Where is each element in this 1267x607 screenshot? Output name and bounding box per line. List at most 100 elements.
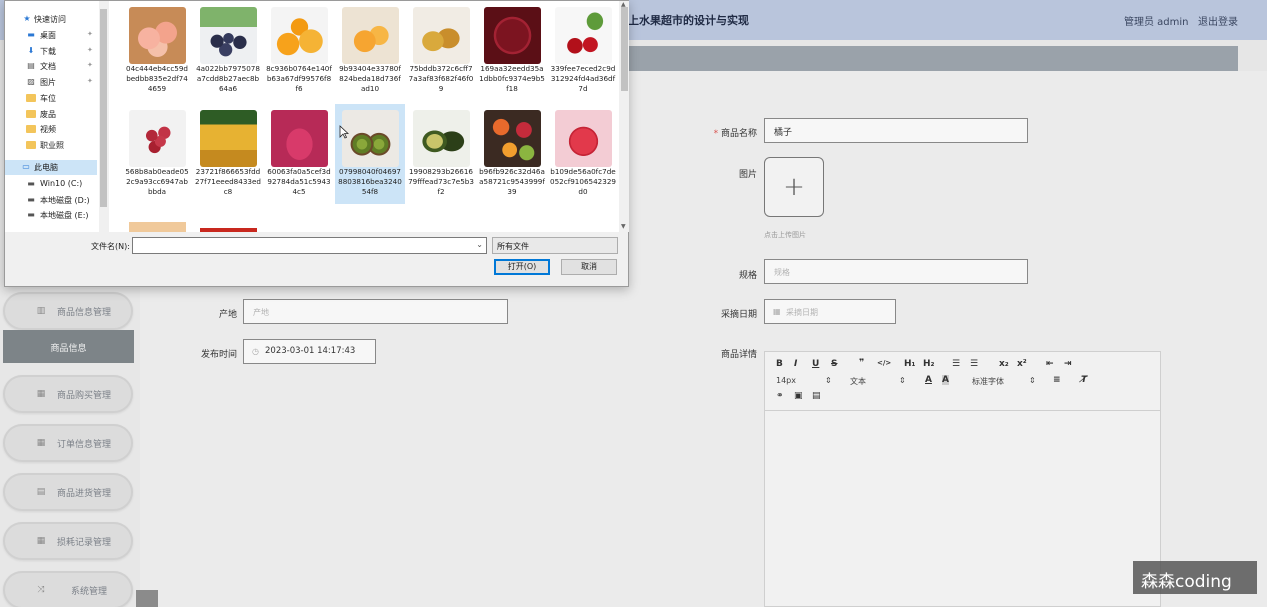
h1-icon[interactable]: H₁ — [904, 359, 915, 369]
image-icon[interactable]: ▣ — [794, 391, 803, 401]
nav-this-pc[interactable]: ▭ 此电脑 — [5, 160, 97, 175]
font-family-select[interactable]: 标准字体 — [972, 376, 1004, 387]
avocado-thumbnail — [413, 110, 470, 167]
italic-icon[interactable]: I — [794, 359, 797, 369]
logout-link[interactable]: 退出登录 — [1198, 13, 1238, 28]
nav-drive-c[interactable]: ▬ Win10 (C:) — [5, 177, 97, 192]
outdent-icon[interactable]: ⇤ — [1046, 359, 1054, 369]
scrollbar-stub[interactable] — [136, 590, 158, 607]
cherry-thumbnail — [555, 7, 612, 64]
ordered-list-icon[interactable]: ☰ — [952, 359, 960, 369]
sidebar-item-system-manage[interactable]: ⤨ 系统管理 — [3, 571, 133, 607]
file-list-scrollbar-thumb[interactable] — [621, 7, 628, 91]
strike-icon[interactable]: S — [831, 359, 837, 369]
sidebar-item-order-manage[interactable]: ▦ 订单信息管理 — [3, 424, 133, 462]
nav-drive-e[interactable]: ▬ 本地磁盘 (E:) — [5, 208, 97, 223]
code-icon[interactable]: </> — [877, 359, 891, 367]
file-tile[interactable]: 169aa32eedd35a1dbb0fc9374e9b5f18 — [477, 1, 547, 101]
scroll-up-icon[interactable]: ▲ — [621, 1, 626, 8]
sidebar-item-purchase-manage[interactable]: ▦ 商品购买管理 — [3, 375, 133, 413]
file-tile[interactable]: 9b93404e33780f824beda18d736fad10 — [335, 1, 405, 101]
pineapple-thumbnail — [200, 110, 257, 167]
grape-thumbnail — [129, 110, 186, 167]
superscript-icon[interactable]: x² — [1017, 359, 1027, 369]
sidebar-item-product-info[interactable]: 商品信息 — [3, 330, 134, 363]
chevron-down-icon[interactable]: ⌄ — [476, 240, 483, 249]
sidebar-item-stock-manage[interactable]: ▤ 商品进货管理 — [3, 473, 133, 511]
nav-folder-photo[interactable]: 职业照 — [5, 138, 97, 153]
calendar-icon: ▦ — [773, 307, 781, 316]
nav-quick-access[interactable]: ★ 快速访问 — [5, 12, 97, 27]
pin-icon: ✦ — [87, 61, 93, 69]
plus-icon: + — [783, 172, 805, 202]
sidebar-item-label: 商品信息 — [50, 344, 87, 354]
scroll-down-icon[interactable]: ▼ — [621, 223, 626, 230]
file-tile-selected[interactable]: 07998040f046978803816bea324054f8 — [335, 104, 405, 204]
sidebar-item-label: 订单信息管理 — [57, 440, 112, 450]
file-tile[interactable]: b109de56a0fc7de052cf9106542329d0 — [548, 104, 618, 204]
filename-input[interactable]: ⌄ — [132, 237, 487, 254]
align-icon[interactable]: ≡ — [1053, 375, 1061, 385]
apple-thumbnail — [555, 110, 612, 167]
file-tile[interactable]: 19908293b2661679fffead73c7e5b3f2 — [406, 104, 476, 204]
file-tile[interactable]: 60063fa0a5cef3d92784da51c59434c5 — [264, 104, 334, 204]
sidebar-item-product-info-manage[interactable]: ▥ 商品信息管理 — [3, 292, 133, 330]
link-icon[interactable]: ⚭ — [776, 391, 784, 401]
nav-pictures[interactable]: ▨ 图片 ✦ — [5, 75, 97, 90]
sidebar-item-loss-manage[interactable]: ▦ 损耗记录管理 — [3, 522, 133, 560]
app-title: 上水果超市的设计与实现 — [628, 14, 749, 27]
image-upload-button[interactable]: + — [764, 157, 824, 217]
folder-icon — [26, 110, 36, 118]
file-tile[interactable]: 8c936b0764e140fb63a67df99576f8f6 — [264, 1, 334, 101]
file-tile[interactable]: 568b8ab0eade052c9a93cc6947abbbda — [122, 104, 192, 204]
nav-folder-parking[interactable]: 车位 — [5, 91, 97, 106]
clear-format-icon[interactable]: T̸ — [1081, 375, 1087, 385]
pick-date-input[interactable]: ▦ 采摘日期 — [764, 299, 896, 324]
file-tile[interactable]: 75bddb372c6cff77a3af83f682f46f09 — [406, 1, 476, 101]
cancel-button[interactable]: 取消 — [561, 259, 617, 275]
quote-icon[interactable]: ❞ — [859, 358, 864, 368]
open-button[interactable]: 打开(O) — [494, 259, 550, 275]
file-tile[interactable]: 4a022bb7975078a7cdd8b27aec8b64a6 — [193, 1, 263, 101]
nav-desktop[interactable]: ▬ 桌面 ✦ — [5, 28, 97, 43]
file-tile[interactable]: 339fee7eced2c9d312924fd4ad36df7d — [548, 1, 618, 101]
h2-icon[interactable]: H₂ — [923, 359, 934, 369]
indent-icon[interactable]: ⇥ — [1064, 359, 1072, 369]
grid-icon: ▦ — [36, 438, 46, 448]
subscript-icon[interactable]: x₂ — [999, 359, 1009, 369]
bullet-list-icon[interactable]: ☰ — [970, 359, 978, 369]
chevron-updown-icon: ⇕ — [1029, 376, 1036, 385]
admin-name: 管理员 admin — [1124, 17, 1189, 28]
rich-text-editor[interactable]: B I U S ❞ </> H₁ H₂ ☰ ☰ x₂ x² ⇤ ⇥ 14px ⇕… — [764, 351, 1161, 607]
font-color-icon[interactable]: A — [925, 375, 932, 385]
nav-scrollbar-thumb[interactable] — [100, 9, 107, 207]
nav-documents[interactable]: ▤ 文档 ✦ — [5, 59, 97, 74]
pick-date-label: 采摘日期 — [720, 310, 757, 320]
product-name-label: * 商品名称 — [713, 129, 757, 139]
sidebar-item-label: 商品进货管理 — [57, 489, 112, 499]
filetype-select[interactable]: 所有文件 ⌄ — [492, 237, 618, 254]
product-name-input[interactable]: 橘子 — [764, 118, 1028, 143]
nav-drive-d[interactable]: ▬ 本地磁盘 (D:) — [5, 193, 97, 208]
file-tile-partial[interactable] — [129, 222, 186, 232]
publish-time-input[interactable]: ◷ 2023-03-01 14:17:43 — [243, 339, 376, 364]
font-size-select[interactable]: 14px — [776, 376, 796, 385]
nav-downloads[interactable]: ⬇ 下载 ✦ — [5, 44, 97, 59]
sidebar-item-label: 损耗记录管理 — [57, 538, 112, 548]
chevron-down-icon: ⌄ — [497, 240, 504, 249]
nav-folder-video[interactable]: 视频 — [5, 122, 97, 137]
spec-input[interactable]: 规格 — [764, 259, 1028, 284]
dragonfruit-thumbnail — [271, 110, 328, 167]
file-tile[interactable]: 04c444eb4cc59dbedbb835e2df744659 — [122, 1, 192, 101]
file-tile[interactable]: b96fb926c32d46aa58721c9543999f39 — [477, 104, 547, 204]
folder-icon — [26, 141, 36, 149]
file-tile[interactable]: 23721f866653fdd27f71eeed8433edc8 — [193, 104, 263, 204]
bold-icon[interactable]: B — [776, 359, 783, 369]
origin-input[interactable]: 产地 — [243, 299, 508, 324]
underline-icon[interactable]: U — [812, 359, 819, 369]
video-icon[interactable]: ▤ — [812, 391, 821, 401]
text-style-select[interactable]: 文本 — [850, 376, 866, 387]
upload-tip: 点击上传图片 — [764, 231, 806, 239]
nav-folder-waste[interactable]: 废品 — [5, 107, 97, 122]
background-color-icon[interactable]: A — [942, 375, 949, 385]
